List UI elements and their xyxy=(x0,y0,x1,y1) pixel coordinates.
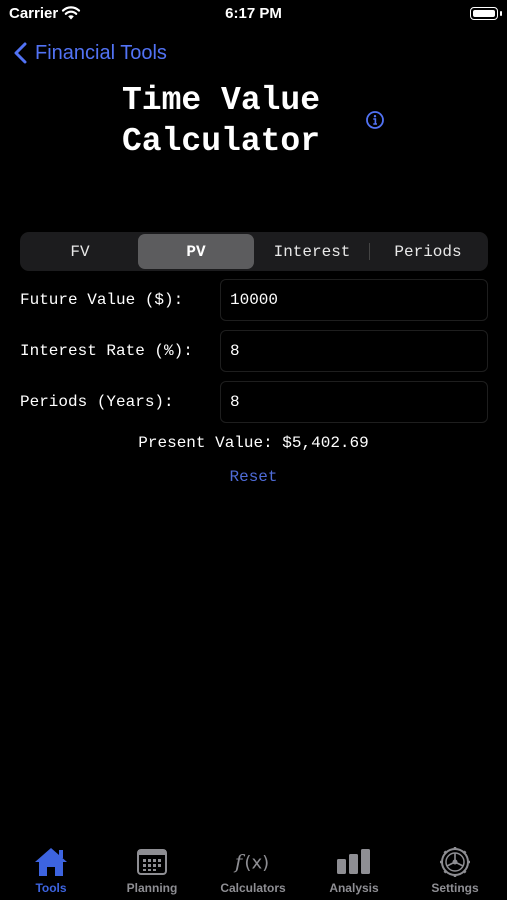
segment-label: PV xyxy=(186,242,206,261)
info-icon[interactable] xyxy=(365,110,385,130)
tab-label: Calculators xyxy=(220,881,286,895)
svg-text:(x): (x) xyxy=(244,853,269,874)
interest-rate-row: Interest Rate (%): xyxy=(20,330,488,372)
tab-tools[interactable]: Tools xyxy=(11,838,91,900)
periods-label: Periods (Years): xyxy=(20,393,174,411)
interest-rate-input[interactable] xyxy=(220,330,488,372)
chevron-left-icon xyxy=(14,42,27,64)
segment-interest[interactable]: Interest xyxy=(254,234,370,269)
tab-label: Settings xyxy=(431,881,479,895)
status-time: 6:17 PM xyxy=(225,5,282,22)
future-value-row: Future Value ($): xyxy=(20,279,488,321)
tab-settings[interactable]: Settings xyxy=(415,838,495,900)
tab-bar: Tools Planning f (x) Calculators Analysi… xyxy=(0,838,507,900)
future-value-label: Future Value ($): xyxy=(20,291,184,309)
status-bar: Carrier 6:17 PM xyxy=(0,0,507,30)
interest-rate-label: Interest Rate (%): xyxy=(20,342,193,360)
periods-row: Periods (Years): xyxy=(20,381,488,423)
function-icon: f (x) xyxy=(233,844,273,880)
tab-planning[interactable]: Planning xyxy=(112,838,192,900)
battery-icon xyxy=(470,7,502,20)
gear-icon xyxy=(435,844,475,880)
tab-analysis[interactable]: Analysis xyxy=(314,838,394,900)
segment-pv[interactable]: PV xyxy=(138,234,254,269)
segment-periods[interactable]: Periods xyxy=(370,234,486,269)
tab-calculators[interactable]: f (x) Calculators xyxy=(213,838,293,900)
periods-input[interactable] xyxy=(220,381,488,423)
tab-label: Planning xyxy=(126,881,178,895)
reset-button[interactable]: Reset xyxy=(0,468,507,486)
segment-label: Interest xyxy=(273,242,351,261)
page-title: Time Value Calculator xyxy=(122,82,321,160)
back-button[interactable]: Financial Tools xyxy=(14,38,167,68)
tab-label: Tools xyxy=(35,881,67,895)
bar-chart-icon xyxy=(334,844,374,880)
house-icon xyxy=(31,844,71,880)
segment-fv[interactable]: FV xyxy=(22,234,138,269)
calculation-mode-control[interactable]: FV PV Interest Periods xyxy=(20,232,488,271)
tab-label: Analysis xyxy=(329,881,379,895)
segment-label: FV xyxy=(70,242,90,261)
segment-label: Periods xyxy=(394,242,462,261)
calendar-grid-icon xyxy=(132,844,172,880)
back-button-label: Financial Tools xyxy=(35,41,167,64)
future-value-input[interactable] xyxy=(220,279,488,321)
present-value-result: Present Value: $5,402.69 xyxy=(138,434,369,452)
